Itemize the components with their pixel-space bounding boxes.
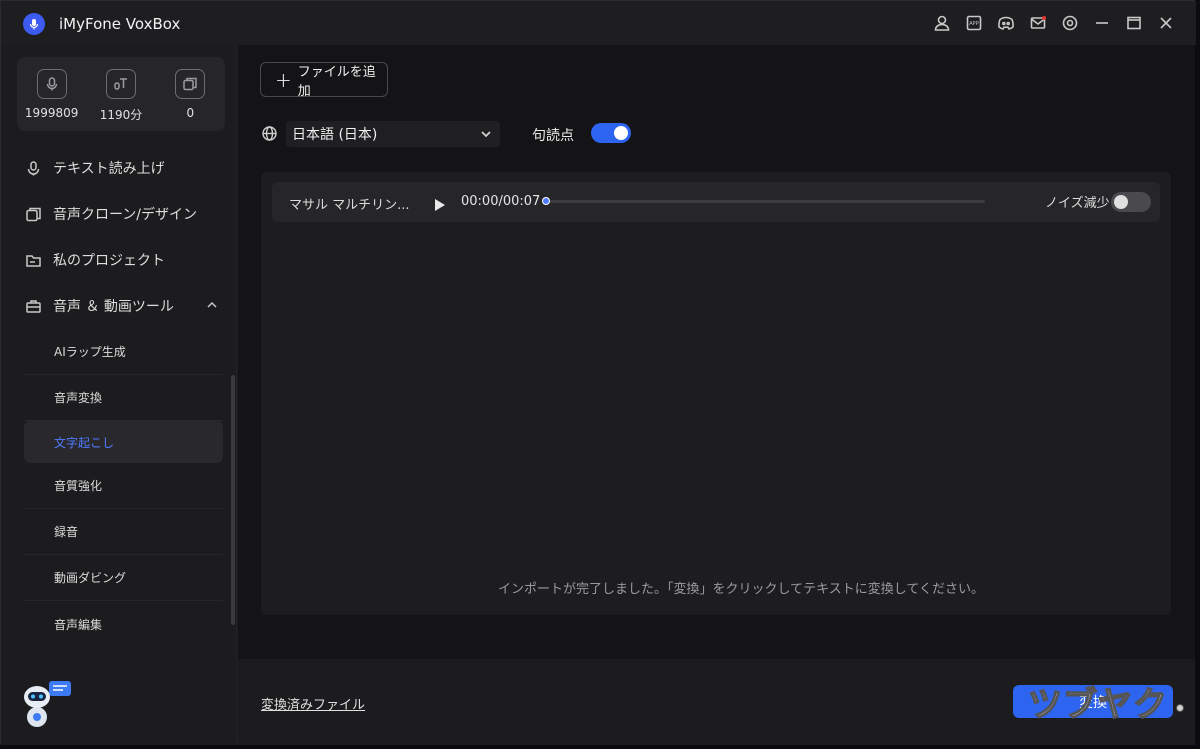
sidebar-subitem-audio-editor[interactable]: 音声編集 — [24, 601, 223, 647]
punctuation-toggle[interactable] — [591, 123, 631, 143]
sidebar-item-label: 私のプロジェクト — [53, 253, 165, 269]
sidebar-subitem-video-dubbing[interactable]: 動画ダビング — [24, 555, 223, 601]
sidebar: 1999809 1190分 0 テキスト読み上げ 音声クローン/デザイン 私のプ… — [1, 45, 237, 745]
app-window: iMyFone VoxBox APP 1999809 1190分 0 テキスト読… — [0, 0, 1196, 745]
svg-text:APP: APP — [969, 21, 978, 27]
sidebar-scrollbar[interactable] — [231, 375, 235, 625]
sidebar-item-label: テキスト読み上げ — [53, 161, 165, 177]
sidebar-subitem-label: 文字起こし — [54, 435, 115, 450]
stat-value: 1999809 — [24, 106, 79, 120]
sidebar-subitem-label: 動画ダビング — [54, 571, 127, 585]
playback-progress[interactable] — [542, 197, 985, 205]
sidebar-subitem-label: 音声変換 — [54, 391, 103, 405]
sidebar-subitem-label: 録音 — [54, 525, 79, 539]
play-icon[interactable] — [435, 196, 445, 211]
user-icon[interactable] — [930, 11, 954, 35]
voice-clone-icon — [26, 207, 41, 221]
title-bar: iMyFone VoxBox APP — [1, 1, 1196, 45]
punctuation-label: 句読点 — [532, 128, 574, 144]
playback-time: 00:00/00:07 — [461, 194, 541, 209]
file-row: マサル マルチリン... 00:00/00:07 ノイズ減少 — [272, 182, 1160, 222]
noise-reduction-label: ノイズ減少 — [1045, 196, 1110, 211]
add-file-button[interactable]: + ファイルを追加 — [260, 62, 388, 99]
convert-button[interactable]: 変換 — [1013, 685, 1173, 718]
sidebar-item-label: 音声 ＆ 動画ツール — [53, 299, 174, 315]
mail-icon[interactable] — [1026, 11, 1050, 35]
stat-clones: 0 — [160, 69, 220, 131]
assistant-bot-icon[interactable] — [21, 681, 73, 731]
chevron-up-icon[interactable] — [205, 298, 219, 312]
noise-reduction-toggle[interactable] — [1111, 192, 1151, 212]
minimize-icon[interactable] — [1090, 11, 1114, 35]
sidebar-item-tts[interactable]: テキスト読み上げ — [1, 145, 237, 191]
converted-files-link[interactable]: 変換済みファイル — [261, 694, 365, 713]
tts-icon — [27, 160, 40, 175]
sidebar-subitem-label: 音質強化 — [54, 479, 103, 493]
settings-icon[interactable] — [1058, 11, 1082, 35]
add-file-label: ファイルを追加 — [297, 64, 376, 99]
close-icon[interactable] — [1154, 11, 1178, 35]
app-icon[interactable]: APP — [962, 11, 986, 35]
plus-icon: + — [275, 67, 292, 92]
import-hint: インポートが完了しました。「変換」をクリックしてテキストに変換してください。 — [498, 582, 984, 597]
sidebar-item-tools[interactable]: 音声 ＆ 動画ツール — [1, 283, 237, 329]
folder-icon — [26, 254, 41, 267]
progress-handle[interactable] — [542, 197, 550, 205]
file-name: マサル マルチリン... — [289, 198, 410, 213]
stat-characters: 1999809 — [22, 69, 82, 131]
sidebar-subitem-transcription[interactable]: 文字起こし — [24, 421, 223, 463]
language-select[interactable]: 日本語 (日本) — [286, 121, 500, 147]
sidebar-item-label: 音声クローン/デザイン — [53, 207, 198, 223]
stat-value: 0 — [186, 106, 195, 120]
stat-minutes: 1190分 — [91, 69, 151, 131]
sidebar-item-projects[interactable]: 私のプロジェクト — [1, 237, 237, 283]
sidebar-subitem-enhance[interactable]: 音質強化 — [24, 463, 223, 509]
main-content: + ファイルを追加 日本語 (日本) 句読点 マサル マルチリン... 00:0… — [238, 45, 1195, 659]
language-value: 日本語 (日本) — [292, 127, 378, 143]
text-voice-icon — [105, 69, 136, 99]
app-title: iMyFone VoxBox — [59, 15, 181, 33]
sidebar-subitem-record[interactable]: 録音 — [24, 509, 223, 555]
discord-icon[interactable] — [994, 11, 1018, 35]
app-logo-icon — [23, 13, 45, 35]
sidebar-subitem-voice-changer[interactable]: 音声変換 — [24, 375, 223, 421]
sidebar-subitem-label: AIラップ生成 — [54, 345, 126, 359]
footer-bar: 変換済みファイル 変換 ツブヤク — [238, 659, 1195, 745]
toolbox-icon — [26, 299, 41, 313]
sidebar-nav: テキスト読み上げ 音声クローン/デザイン 私のプロジェクト 音声 ＆ 動画ツール… — [1, 145, 237, 647]
convert-label: 変換 — [1079, 694, 1107, 711]
chevron-down-icon — [481, 131, 491, 138]
file-panel: マサル マルチリン... 00:00/00:07 ノイズ減少 インポートが完了し… — [261, 172, 1171, 615]
clone-icon — [175, 69, 206, 99]
stat-value: 1190分 — [99, 108, 143, 122]
watermark-dot — [1176, 704, 1184, 712]
sidebar-subitem-ai-rap[interactable]: AIラップ生成 — [24, 329, 223, 375]
sidebar-item-voice-clone[interactable]: 音声クローン/デザイン — [1, 191, 237, 237]
globe-icon — [261, 125, 278, 142]
usage-stats: 1999809 1190分 0 — [17, 57, 225, 131]
mic-icon — [36, 69, 67, 99]
sidebar-subitem-label: 音声編集 — [54, 617, 103, 632]
maximize-icon[interactable] — [1122, 11, 1146, 35]
